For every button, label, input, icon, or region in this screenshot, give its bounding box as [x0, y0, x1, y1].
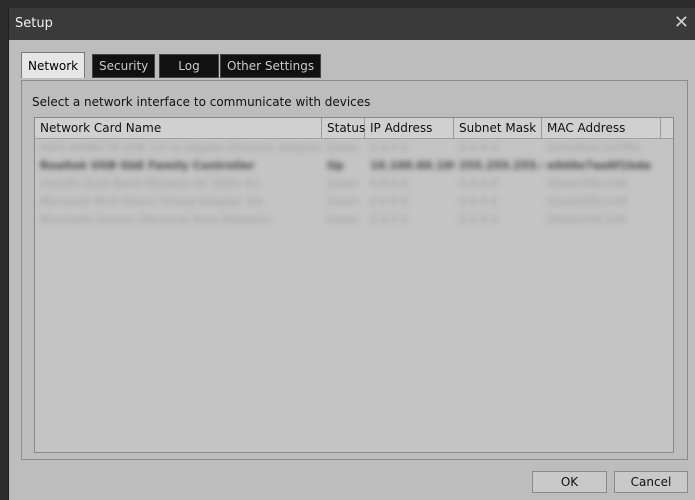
- cell-ip-address: 0.0.0.0: [370, 213, 409, 226]
- cell-status: Down: [327, 213, 359, 226]
- list-item[interactable]: Realtek USB GbE Family Controller Up 10.…: [35, 157, 673, 175]
- cell-ip-address: 0.0.0.0: [370, 177, 409, 190]
- cell-status: Up: [327, 159, 344, 172]
- cell-status: Down: [327, 141, 359, 154]
- cell-mac-address: e0d4e7aa6f1bda: [547, 159, 651, 172]
- list-header: Network Card Name Status IP Address Subn…: [35, 118, 673, 139]
- tab-log[interactable]: Log: [159, 54, 219, 78]
- cell-card-name: ASIX AX88179 USB 3.0 to Gigabit Ethernet…: [40, 141, 322, 154]
- title-bar: Setup ✕: [9, 8, 695, 40]
- cell-ip-address: 0.0.0.0: [370, 141, 409, 154]
- tab-security[interactable]: Security: [92, 54, 156, 78]
- column-header-status[interactable]: Status: [322, 118, 365, 138]
- cell-status: Down: [327, 177, 359, 190]
- cancel-button[interactable]: Cancel: [614, 471, 688, 493]
- setup-dialog: Setup ✕ Network Security Log Other Setti…: [8, 8, 695, 500]
- cell-subnet-mask: 255.255.255.0: [459, 159, 542, 172]
- cell-mac-address: 0x5a3b2c1d7f8e: [547, 141, 640, 154]
- cell-subnet-mask: 0.0.0.0: [459, 141, 498, 154]
- cell-ip-address: 0.0.0.0: [370, 195, 409, 208]
- cell-card-name: Intel(R) Dual Band Wireless-AC 8265 #2: [40, 177, 261, 190]
- cell-subnet-mask: 0.0.0.0: [459, 195, 498, 208]
- cell-ip-address: 10.100.60.100: [370, 159, 454, 172]
- close-icon[interactable]: ✕: [674, 12, 689, 33]
- column-header-network-card-name[interactable]: Network Card Name: [35, 118, 322, 138]
- cell-mac-address: 02a4e5f6c1d8: [547, 195, 627, 208]
- cell-card-name: Microsoft Wi-Fi Direct Virtual Adapter #…: [40, 195, 263, 208]
- column-header-subnet-mask[interactable]: Subnet Mask: [454, 118, 542, 138]
- list-item[interactable]: Microsoft Wi-Fi Direct Virtual Adapter #…: [35, 193, 673, 211]
- cell-mac-address: 00a4e5f6c1d9: [547, 213, 627, 226]
- cell-card-name: Realtek USB GbE Family Controller: [40, 159, 255, 172]
- list-item[interactable]: Intel(R) Dual Band Wireless-AC 8265 #2 D…: [35, 175, 673, 193]
- ok-button[interactable]: OK: [532, 471, 607, 493]
- cell-subnet-mask: 0.0.0.0: [459, 177, 498, 190]
- list-item[interactable]: ASIX AX88179 USB 3.0 to Gigabit Ethernet…: [35, 139, 673, 157]
- window-title: Setup: [15, 16, 53, 31]
- network-tab-panel: Select a network interface to communicat…: [21, 80, 688, 460]
- cell-subnet-mask: 0.0.0.0: [459, 213, 498, 226]
- cell-status: Down: [327, 195, 359, 208]
- list-item[interactable]: Bluetooth Device (Personal Area Network)…: [35, 211, 673, 229]
- column-header-mac-address[interactable]: MAC Address: [542, 118, 661, 138]
- cell-mac-address: 00a4e5f6c1d8: [547, 177, 627, 190]
- tab-other-settings[interactable]: Other Settings: [220, 54, 322, 78]
- cell-card-name: Bluetooth Device (Personal Area Network): [40, 213, 272, 226]
- network-caption: Select a network interface to communicat…: [32, 95, 371, 109]
- column-header-ip-address[interactable]: IP Address: [365, 118, 454, 138]
- network-interface-list[interactable]: Network Card Name Status IP Address Subn…: [34, 117, 674, 453]
- tab-network[interactable]: Network: [21, 52, 86, 78]
